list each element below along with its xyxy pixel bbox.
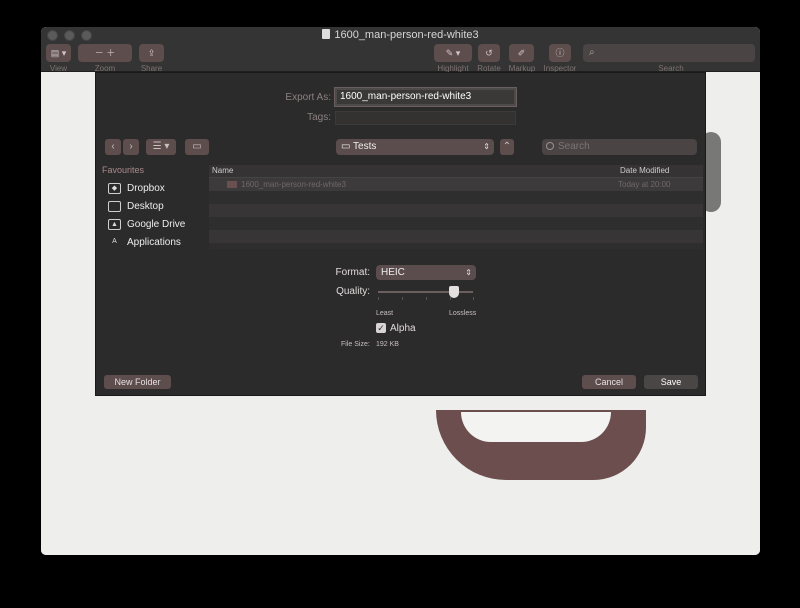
- desktop-icon: [108, 200, 121, 212]
- zoom-button[interactable]: － ＋: [78, 44, 132, 62]
- dialog-search-field[interactable]: Search: [542, 139, 697, 155]
- back-button[interactable]: ‹: [105, 139, 121, 155]
- file-row[interactable]: 1600_man-person-red-white3 Today at 20:0…: [209, 178, 703, 191]
- chevron-left-icon: ‹: [111, 141, 115, 152]
- rotate-icon: ↺: [485, 48, 493, 58]
- markup-button[interactable]: ✐: [509, 44, 534, 62]
- alpha-label: Alpha: [390, 323, 416, 334]
- quality-min-label: Least: [376, 310, 394, 317]
- export-dialog: Export As: 1600_man-person-red-white3 Ta…: [95, 72, 706, 396]
- slider-tick: [426, 297, 427, 300]
- sidebar-item-applications[interactable]: A Applications: [102, 233, 208, 251]
- sidebar-item-label: Dropbox: [127, 182, 165, 194]
- dropbox-icon: ◆: [108, 182, 121, 194]
- location-value: Tests: [353, 141, 377, 152]
- chevron-updown-icon: ⇕: [483, 142, 490, 151]
- column-header-name[interactable]: Name: [212, 166, 233, 175]
- document-icon: [322, 29, 331, 39]
- expand-collapse-button[interactable]: ⌃: [500, 139, 514, 155]
- file-size-value: 192 KB: [376, 341, 399, 348]
- chevron-right-icon: ›: [129, 141, 133, 152]
- share-button[interactable]: ⇪: [139, 44, 164, 62]
- inspector-button[interactable]: ⓘ: [549, 44, 571, 62]
- export-as-label: Export As:: [285, 92, 331, 103]
- folder-icon: ▭: [192, 141, 202, 152]
- empty-row: [209, 230, 703, 243]
- info-icon: ⓘ: [555, 48, 565, 58]
- view-mode-button[interactable]: ☰ ▾: [146, 139, 176, 155]
- slider-tick: [450, 297, 451, 300]
- window-title-text: 1600_man-person-red-white3: [334, 29, 479, 41]
- title-bar: 1600_man-person-red-white3 ▤ ▾ View － ＋ …: [41, 27, 760, 73]
- forward-button[interactable]: ›: [123, 139, 139, 155]
- column-header-date-modified[interactable]: Date Modified: [620, 166, 669, 175]
- highlight-button[interactable]: ✎ ▾: [434, 44, 472, 62]
- share-icon: ⇪: [147, 48, 156, 58]
- sidebar-item-label: Desktop: [127, 200, 164, 212]
- view-button[interactable]: ▤ ▾: [46, 44, 71, 62]
- export-as-field[interactable]: 1600_man-person-red-white3: [335, 88, 516, 106]
- markup-icon: ✐: [517, 48, 526, 58]
- sidebar-header: Favourites: [102, 165, 145, 175]
- applications-icon: A: [112, 237, 117, 245]
- slider-tick: [378, 297, 379, 300]
- new-folder-button[interactable]: New Folder: [104, 375, 171, 389]
- sidebar-item-google-drive[interactable]: ▲ Google Drive: [102, 215, 208, 233]
- sidebar-item-desktop[interactable]: Desktop: [102, 197, 208, 215]
- sidebar-item-dropbox[interactable]: ◆ Dropbox: [102, 179, 208, 197]
- favourites-sidebar: Favourites ◆ Dropbox Desktop ▲ Google Driv…: [102, 165, 208, 251]
- sidebar-item-label: Google Drive: [127, 218, 186, 230]
- google-drive-icon: ▲: [108, 218, 121, 230]
- photo-teeth: [461, 412, 611, 442]
- quality-label: Quality:: [336, 286, 370, 297]
- checkmark-icon: ✓: [377, 323, 385, 333]
- search-icon: [546, 142, 554, 150]
- cancel-button[interactable]: Cancel: [582, 375, 636, 389]
- chevron-updown-icon: ⇕: [465, 268, 472, 277]
- slider-tick: [402, 297, 403, 300]
- location-popup[interactable]: ▭ Tests ⇕: [336, 139, 494, 155]
- empty-row: [209, 191, 703, 204]
- quality-max-label: Lossless: [449, 310, 477, 317]
- file-date: Today at 20:00: [618, 180, 671, 189]
- folder-icon: ▭: [341, 141, 354, 152]
- alpha-checkbox[interactable]: ✓: [376, 323, 386, 333]
- search-icon: ⌕: [589, 47, 595, 58]
- image-file-icon: [227, 181, 237, 188]
- list-view-icon: ☰ ▾: [152, 141, 170, 152]
- new-folder-icon-button[interactable]: ▭: [185, 139, 209, 155]
- file-size-label: File Size:: [341, 341, 370, 348]
- tags-label: Tags:: [307, 112, 331, 123]
- empty-row: [209, 204, 703, 217]
- format-label: Format:: [335, 267, 370, 278]
- empty-row: [209, 217, 703, 230]
- file-list-header: Name Date Modified: [209, 165, 703, 178]
- save-button[interactable]: Save: [644, 375, 698, 389]
- toolbar-search-field[interactable]: ⌕: [583, 44, 755, 62]
- format-value: HEIC: [381, 267, 405, 278]
- tags-field[interactable]: [335, 111, 516, 125]
- file-list: Name Date Modified 1600_man-person-red-w…: [209, 165, 703, 249]
- file-name-text: 1600_man-person-red-white3: [241, 180, 346, 189]
- format-popup[interactable]: HEIC ⇕: [376, 265, 476, 280]
- file-name: 1600_man-person-red-white3: [227, 180, 346, 189]
- highlighter-icon: ✎ ▾: [445, 48, 461, 58]
- slider-tick: [473, 297, 474, 300]
- chevron-up-icon: ⌃: [502, 141, 512, 152]
- search-placeholder: Search: [558, 141, 590, 152]
- rotate-button[interactable]: ↺: [478, 44, 500, 62]
- window-title: 1600_man-person-red-white3: [41, 29, 760, 41]
- sidebar-item-label: Applications: [127, 236, 181, 248]
